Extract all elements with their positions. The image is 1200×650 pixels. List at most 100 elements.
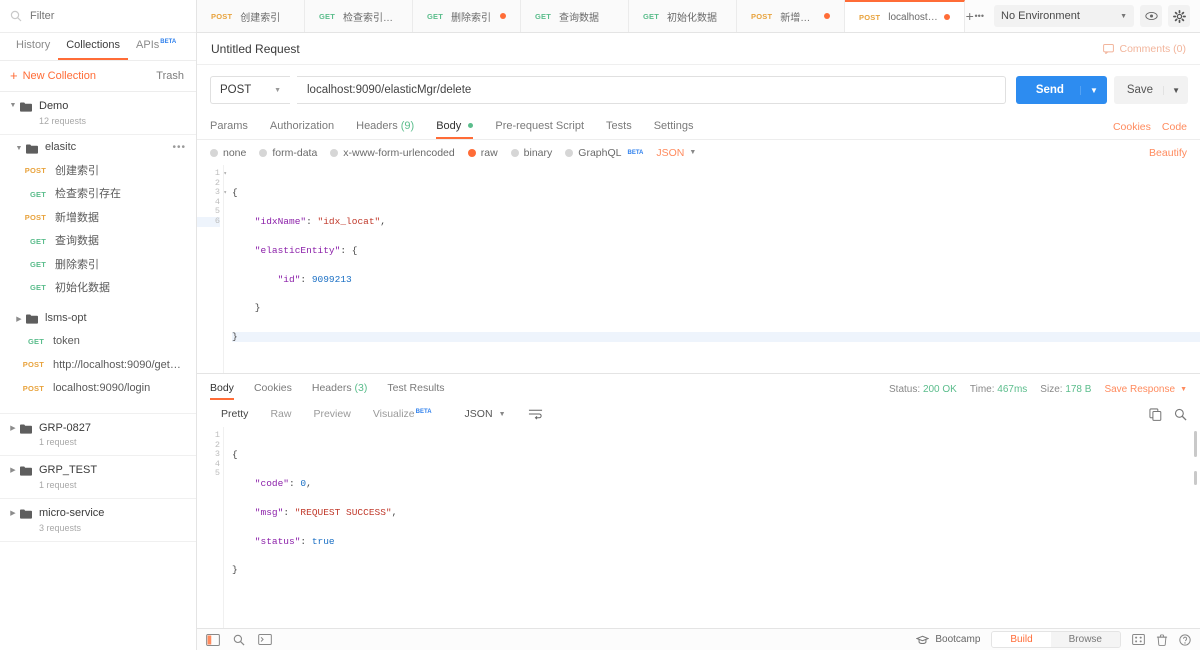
trash-button[interactable] [1156, 633, 1168, 646]
response-tab-cookies[interactable]: Cookies [244, 379, 302, 400]
environment-selector[interactable]: No Environment ▼ [994, 5, 1134, 27]
chevron-right-icon[interactable]: ▶ [14, 312, 24, 323]
scrollbar-thumb[interactable] [1194, 471, 1197, 485]
body-option-urlencoded[interactable]: x-www-form-urlencoded [330, 147, 455, 159]
tab-body[interactable]: Body [425, 116, 484, 139]
request-item[interactable]: GET token [0, 330, 196, 353]
console-button[interactable] [258, 634, 272, 645]
chevron-down-icon[interactable]: ▼ [1079, 85, 1107, 95]
layout-button[interactable] [1132, 634, 1145, 645]
save-response-button[interactable]: Save Response ▼ [1104, 384, 1187, 395]
filter-input[interactable] [30, 10, 186, 22]
request-name: token [53, 335, 80, 348]
body-option-binary[interactable]: binary [510, 147, 552, 159]
url-input[interactable] [297, 76, 1006, 104]
tab-headers[interactable]: Headers (9) [345, 116, 425, 138]
chevron-down-icon[interactable]: ▼ [8, 99, 18, 109]
chevron-right-icon[interactable]: ▶ [8, 421, 18, 432]
request-item[interactable]: GET 查询数据 [0, 230, 196, 253]
chevron-right-icon[interactable]: ▶ [8, 463, 18, 474]
folder-item-elasitc[interactable]: ▼ elasitc ••• [0, 135, 196, 160]
request-item[interactable]: POST 新增数据 [0, 207, 196, 230]
method-selector[interactable]: POST ▼ [210, 76, 290, 104]
request-item[interactable]: GET 删除索引 [0, 254, 196, 277]
request-tab-active[interactable]: POST localhost:9090/ela... [845, 0, 965, 32]
search-icon [233, 634, 245, 646]
request-tab[interactable]: GET 删除索引 [413, 0, 521, 32]
bootcamp-button[interactable]: Bootcamp [916, 634, 980, 645]
fold-icon: ▾ [223, 170, 227, 177]
request-body-editor[interactable]: 1 ▾ 2 3 ▾ 4 5 6 { "idxName": "idx_locat", … [197, 165, 1200, 373]
response-view-preview[interactable]: Preview [302, 405, 361, 423]
tab-pre-request-script[interactable]: Pre-request Script [484, 116, 595, 138]
chevron-right-icon[interactable]: ▶ [8, 506, 18, 517]
environment-quick-look-button[interactable] [1140, 5, 1162, 27]
tab-tests[interactable]: Tests [595, 116, 643, 138]
collection-item-micro-service[interactable]: ▶ micro-service 3 requests [0, 499, 196, 543]
chevron-down-icon: ▼ [689, 149, 697, 156]
build-tab[interactable]: Build [992, 632, 1051, 647]
help-button[interactable] [1179, 633, 1191, 646]
body-option-raw[interactable]: raw [467, 147, 498, 159]
response-view-visualize[interactable]: VisualizeBETA [362, 405, 443, 423]
search-response-button[interactable] [1174, 408, 1187, 421]
request-tab[interactable]: GET 初始化数据 [629, 0, 737, 32]
editor-code[interactable]: { "idxName": "idx_locat", "elasticEntity… [223, 165, 1200, 373]
request-tab[interactable]: POST 新增数据 [737, 0, 845, 32]
more-options-icon[interactable]: ••• [172, 142, 186, 153]
tab-params[interactable]: Params [210, 116, 259, 138]
response-format-selector[interactable]: JSON ▼ [457, 405, 514, 423]
request-item[interactable]: GET 初始化数据 [0, 277, 196, 300]
toggle-sidebar-button[interactable] [206, 633, 220, 646]
cookies-link[interactable]: Cookies [1113, 121, 1151, 133]
body-format-selector[interactable]: JSON ▼ [656, 147, 696, 159]
scrollbar-thumb[interactable] [1194, 431, 1197, 457]
response-tab-headers[interactable]: Headers (3) [302, 379, 377, 400]
sidebar-tab-history[interactable]: History [8, 33, 58, 58]
status-group: Status: 200 OK [889, 384, 957, 395]
collection-item-demo[interactable]: ▼ Demo 12 requests [0, 92, 196, 135]
tab-settings[interactable]: Settings [643, 116, 705, 138]
tab-label: 删除索引 [451, 12, 492, 24]
request-tab[interactable]: GET 查询数据 [521, 0, 629, 32]
request-item[interactable]: POST localhost:9090/login [0, 377, 196, 400]
chevron-down-icon[interactable]: ▼ [14, 142, 24, 152]
collection-item-grp-test[interactable]: ▶ GRP_TEST 1 request [0, 456, 196, 500]
comments-button[interactable]: Comments (0) [1103, 43, 1186, 55]
chevron-down-icon[interactable]: ▼ [1163, 85, 1188, 95]
request-tab[interactable]: GET 检查索引存在 [305, 0, 413, 32]
response-body-editor[interactable]: 1 2 3 4 5 { "code": 0, "msg": "REQUEST S… [197, 427, 1200, 628]
tab-options-button[interactable]: ••• [975, 0, 985, 32]
find-button[interactable] [233, 634, 245, 646]
send-button[interactable]: Send ▼ [1015, 76, 1107, 104]
save-button[interactable]: Save ▼ [1113, 76, 1188, 104]
response-view-raw[interactable]: Raw [259, 405, 302, 423]
settings-button[interactable] [1168, 5, 1190, 27]
new-collection-button[interactable]: + New Collection [10, 69, 96, 82]
body-option-form-data[interactable]: form-data [259, 147, 317, 159]
request-item[interactable]: GET 检查索引存在 [0, 183, 196, 206]
response-tab-test-results[interactable]: Test Results [377, 379, 454, 400]
sidebar-tab-apis[interactable]: APIsBETA [128, 33, 184, 58]
response-view-pretty[interactable]: Pretty [210, 405, 259, 423]
tab-authorization[interactable]: Authorization [259, 116, 345, 138]
body-option-graphql[interactable]: GraphQL BETA [565, 147, 643, 159]
copy-button[interactable] [1149, 407, 1162, 421]
trash-button[interactable]: Trash [156, 70, 184, 82]
request-item[interactable]: POST http://localhost:9090/getDataByTok.… [0, 354, 196, 377]
new-tab-button[interactable]: + [965, 0, 975, 32]
browse-tab[interactable]: Browse [1050, 632, 1120, 647]
line-number: 6 [197, 216, 220, 227]
response-body-panel: 1 2 3 4 5 { "code": 0, "msg": "REQUEST S… [197, 427, 1200, 628]
code-line: "elasticEntity": { [232, 244, 358, 256]
body-option-none[interactable]: none [210, 147, 246, 159]
beautify-button[interactable]: Beautify [1149, 147, 1187, 159]
folder-item-lsms-opt[interactable]: ▶ lsms-opt [0, 305, 196, 330]
response-tab-body[interactable]: Body [210, 379, 244, 400]
collection-item-grp-0827[interactable]: ▶ GRP-0827 1 request [0, 412, 196, 457]
code-link[interactable]: Code [1162, 121, 1187, 133]
sidebar-tab-collections[interactable]: Collections [58, 33, 129, 60]
wrap-lines-button[interactable] [528, 408, 543, 420]
request-tab[interactable]: POST 创建索引 [197, 0, 305, 32]
request-item[interactable]: POST 创建索引 [0, 160, 196, 183]
